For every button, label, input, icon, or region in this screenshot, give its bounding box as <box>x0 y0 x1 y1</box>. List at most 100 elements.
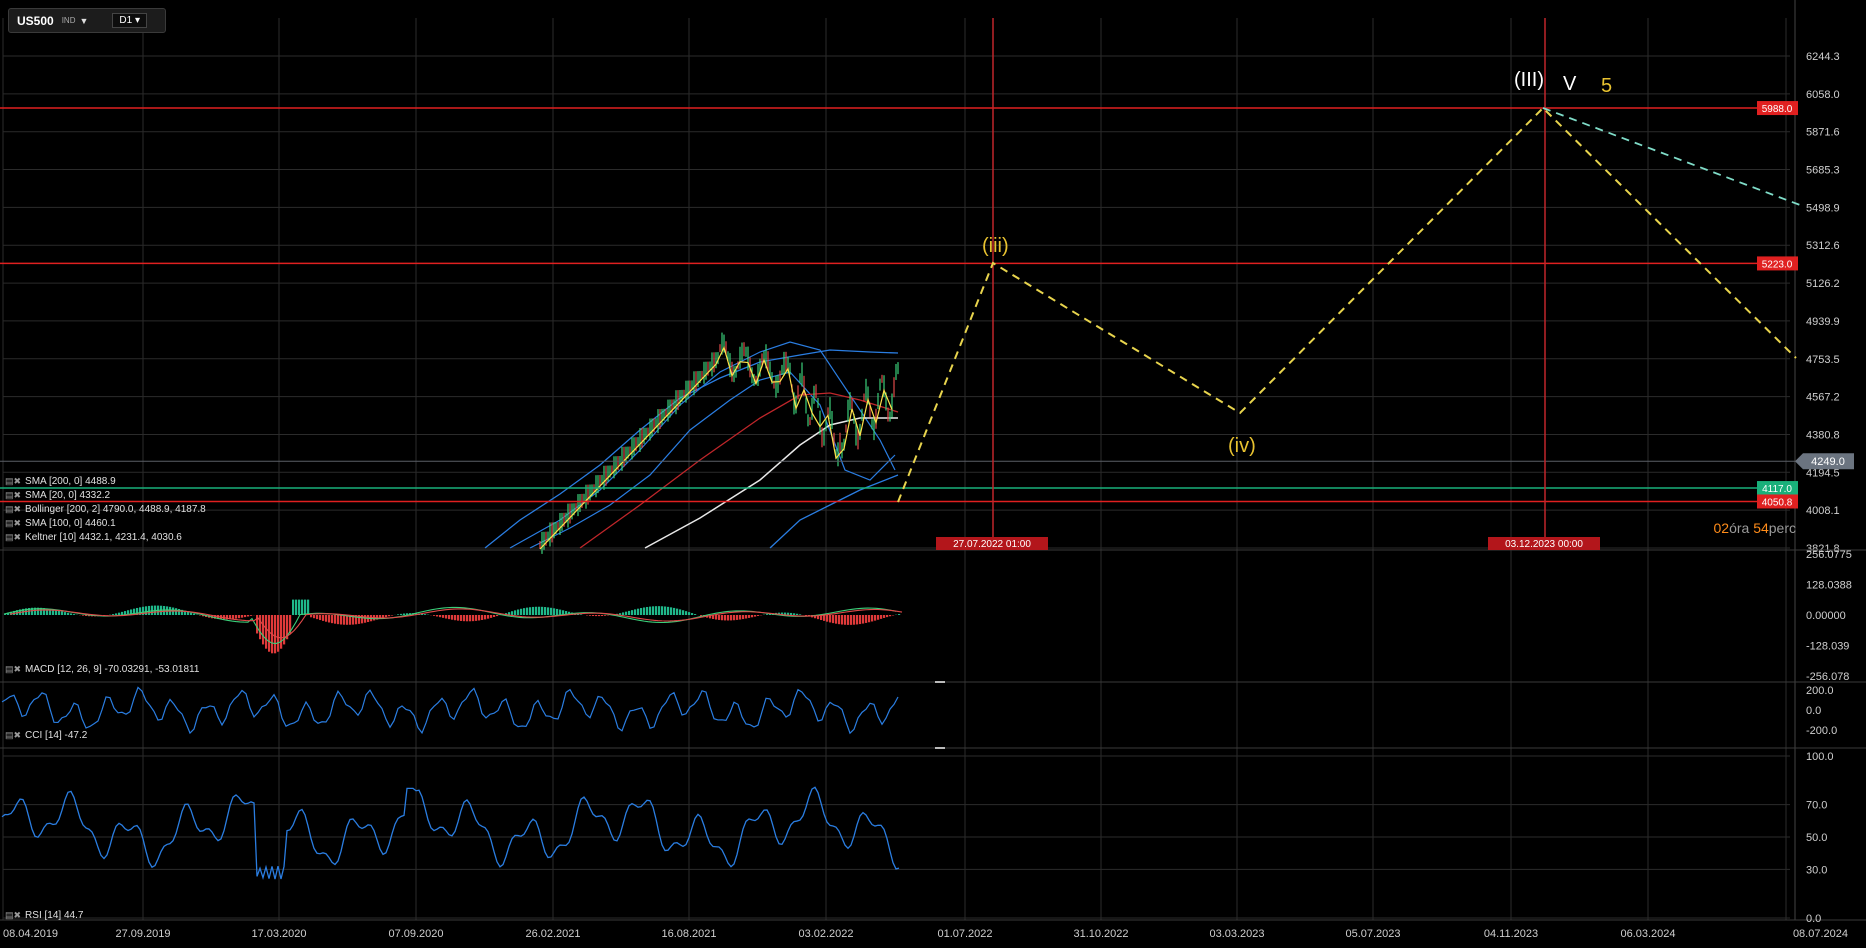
time-axis-label: 16.08.2021 <box>661 928 716 940</box>
macd-histogram-bar <box>496 615 499 617</box>
macd-signal-line <box>9 608 903 639</box>
settings-close-icon[interactable]: ▤✖ <box>5 517 21 530</box>
macd-histogram-bar <box>595 615 598 617</box>
macd-histogram-bar <box>880 615 883 619</box>
price-axis-label: 6244.3 <box>1806 51 1840 63</box>
rsi-axis-label: 70.0 <box>1806 800 1827 812</box>
bollinger-upper-band <box>484 349 899 549</box>
macd-histogram-bar <box>793 613 796 615</box>
macd-histogram-bar <box>694 614 697 615</box>
macd-histogram-bar <box>850 615 853 625</box>
indicator-legend-keltner[interactable]: ▤✖ Keltner [10] 4432.1, 4231.4, 4030.6 <box>5 531 182 544</box>
macd-histogram-bar <box>790 612 793 615</box>
wave-projection <box>897 106 1797 503</box>
indicator-legend-rsi[interactable]: ▤✖ RSI [14] 44.7 <box>5 909 83 922</box>
macd-histogram-bar <box>388 615 391 617</box>
macd-histogram-bar <box>322 615 325 621</box>
macd-histogram-bar <box>520 608 523 615</box>
macd-histogram-bar <box>889 615 892 617</box>
settings-close-icon[interactable]: ▤✖ <box>5 663 21 676</box>
macd-axis-label: -128.039 <box>1806 641 1849 653</box>
macd-histogram-bar <box>688 612 691 615</box>
level-tag-label: 4117.0 <box>1762 484 1792 495</box>
macd-histogram-bar <box>544 607 547 615</box>
timeframe-select[interactable]: D1 ▾ <box>112 13 148 28</box>
wave-projection-alt <box>1542 107 1801 206</box>
macd-histogram-bar <box>796 613 799 615</box>
macd-histogram-bar <box>883 615 886 618</box>
indicator-label: Keltner [10] 4432.1, 4231.4, 4030.6 <box>25 532 182 543</box>
settings-close-icon[interactable]: ▤✖ <box>5 729 21 742</box>
macd-histogram-bar <box>865 615 868 623</box>
price-axis-label: 4939.9 <box>1806 316 1840 328</box>
macd-axis-label: 0.00000 <box>1806 610 1846 622</box>
indicator-legend-bollinger[interactable]: ▤✖ Bollinger [200, 2] 4790.0, 4488.9, 41… <box>5 503 206 516</box>
macd-histogram-bar <box>844 615 847 625</box>
indicator-label: SMA [20, 0] 4332.2 <box>25 490 111 501</box>
macd-histogram-bar <box>643 607 646 615</box>
macd-histogram-bar <box>535 606 538 615</box>
macd-histogram-bar <box>490 615 493 618</box>
macd-histogram-bar <box>259 615 262 640</box>
macd-histogram-bar <box>433 615 436 616</box>
macd-histogram-bar <box>307 599 310 615</box>
indicator-legend-sma200[interactable]: ▤✖ SMA [200, 0] 4488.9 <box>5 475 116 488</box>
macd-histogram-bar <box>328 615 331 623</box>
settings-close-icon[interactable]: ▤✖ <box>5 475 21 488</box>
time-axis-label: 17.03.2020 <box>251 928 306 940</box>
indicator-legend-sma20[interactable]: ▤✖ SMA [20, 0] 4332.2 <box>5 489 110 502</box>
macd-histogram-bar <box>862 615 865 624</box>
macd-histogram-bar <box>541 606 544 615</box>
macd-histogram-bar <box>724 615 727 621</box>
time-marker-label: 27.07.2022 01:00 <box>953 539 1031 550</box>
symbol-name[interactable]: US500 <box>17 14 54 28</box>
macd-histogram-bar <box>799 614 802 615</box>
macd-histogram-bar <box>553 608 556 615</box>
macd-histogram-bar <box>292 599 295 615</box>
macd-histogram-bar <box>670 607 673 615</box>
chart-area[interactable]: 08.04.2019 27.09.2019 17.03.2020 07.09.2020… <box>0 0 1866 948</box>
macd-histogram-bar <box>448 615 451 620</box>
rsi-axis-label: 50.0 <box>1806 832 1827 844</box>
settings-close-icon[interactable]: ▤✖ <box>5 531 21 544</box>
macd-histogram-bar <box>628 610 631 615</box>
macd-histogram-bar <box>655 606 658 615</box>
time-axis-label: 07.09.2020 <box>388 928 443 940</box>
indicator-legend-cci[interactable]: ▤✖ CCI [14] -47.2 <box>5 729 87 742</box>
macd-histogram-bar <box>517 609 520 615</box>
indicator-label: Bollinger [200, 2] 4790.0, 4488.9, 4187.… <box>25 504 206 515</box>
macd-histogram-bar <box>514 610 517 615</box>
level-tag-label: 4050.8 <box>1762 497 1793 508</box>
indicator-legend-macd[interactable]: ▤✖ MACD [12, 26, 9] -70.03291, -53.01811 <box>5 663 199 676</box>
indicator-legend-sma100[interactable]: ▤✖ SMA [100, 0] 4460.1 <box>5 517 116 530</box>
settings-close-icon[interactable]: ▤✖ <box>5 503 21 516</box>
settings-close-icon[interactable]: ▤✖ <box>5 489 21 502</box>
macd-histogram-bar <box>310 615 313 618</box>
level-tag-label: 5223.0 <box>1762 259 1793 270</box>
macd-histogram-bar <box>478 615 481 621</box>
macd-histogram-bar <box>238 615 241 619</box>
macd-histogram-bar <box>871 615 874 622</box>
macd-histogram-bar <box>193 613 196 615</box>
macd-histogram-bar <box>646 606 649 615</box>
macd-histogram-bar <box>340 615 343 625</box>
symbol-dropdown-icon[interactable]: ▼ <box>79 16 88 26</box>
macd-histogram-bar <box>847 615 850 625</box>
macd-histogram-bar <box>898 614 901 615</box>
macd-histogram-bar <box>715 615 718 620</box>
macd-histogram-bar <box>175 608 178 615</box>
rsi-axis-label: 100.0 <box>1806 751 1834 763</box>
macd-histogram-bar <box>679 609 682 615</box>
macd-histogram-bar <box>451 615 454 620</box>
macd-histogram-bar <box>64 612 67 615</box>
macd-histogram-bar <box>232 615 235 619</box>
indicator-label: SMA [100, 0] 4460.1 <box>25 518 116 529</box>
macd-histogram-bar <box>391 615 394 616</box>
time-axis-label: 05.07.2023 <box>1345 928 1400 940</box>
symbol-toolbar[interactable]: US500 IND ▼ D1 ▾ <box>8 8 166 33</box>
macd-histogram-bar <box>592 615 595 616</box>
macd-histogram-bar <box>841 615 844 625</box>
countdown-hours-label: óra <box>1729 520 1750 536</box>
settings-close-icon[interactable]: ▤✖ <box>5 909 21 922</box>
wave-label: (III) <box>1514 69 1544 91</box>
